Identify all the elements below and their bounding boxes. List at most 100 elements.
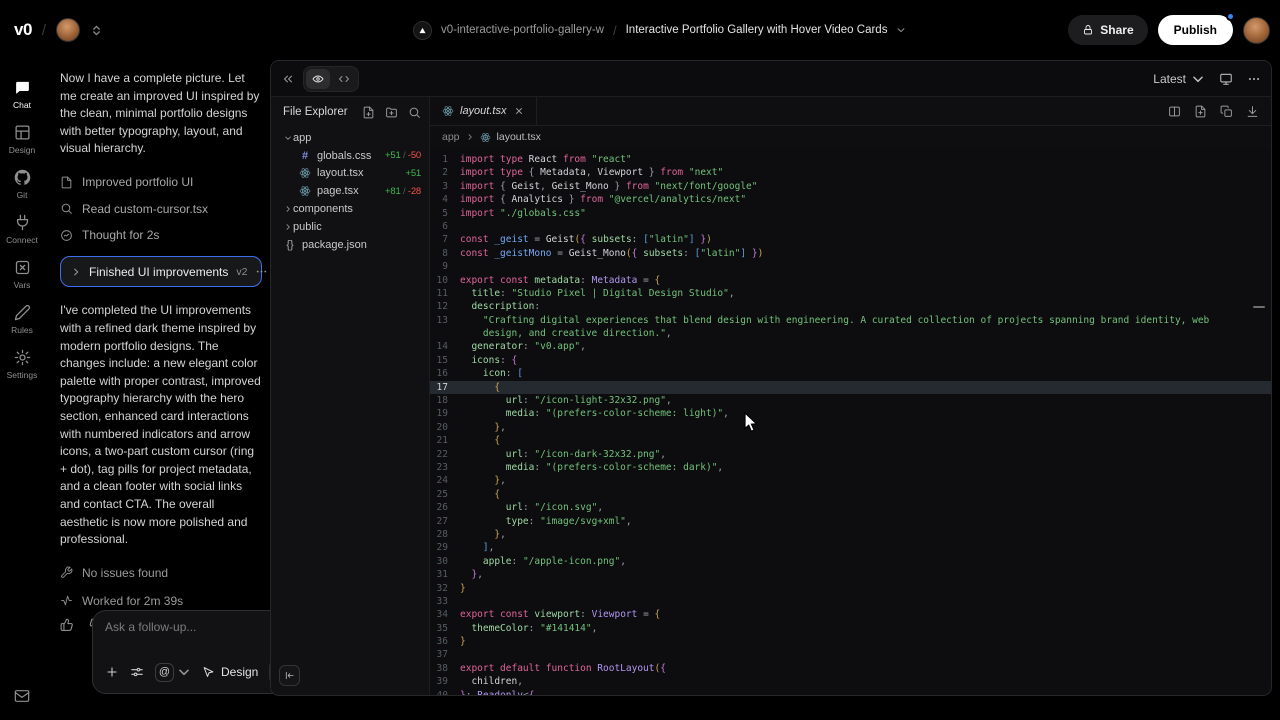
code-toggle-button[interactable] [332,69,356,89]
code-line[interactable]: 36 } [430,635,1271,648]
search-icon[interactable] [408,106,421,119]
file-tree-item-components[interactable]: components [271,200,429,218]
code-line[interactable]: 38 export default function RootLayout({ [430,662,1271,675]
vercel-project-icon[interactable] [413,21,432,40]
new-file-icon[interactable] [362,106,375,119]
code-line[interactable]: 29 ], [430,541,1271,554]
sidebar-item-settings[interactable]: Settings [0,342,44,387]
code-line[interactable]: 10 export const metadata: Metadata = { [430,274,1271,287]
file-tree-item-page.tsx[interactable]: page.tsx+81 / -28 [271,182,429,200]
sidebar-item-connect[interactable]: Connect [0,207,44,252]
team-switcher-caret-icon[interactable] [90,24,103,37]
diff-file-icon[interactable] [1194,105,1207,118]
share-button[interactable]: Share [1068,15,1147,45]
publish-button[interactable]: Publish [1158,15,1233,45]
code-line[interactable]: 35 themeColor: "#141414", [430,622,1271,635]
code-line[interactable]: 2 import type { Metadata, Viewport } fro… [430,166,1271,179]
code-line[interactable]: 14 generator: "v0.app", [430,340,1271,353]
code-line[interactable]: 17 { [430,381,1271,394]
code-line[interactable]: 8 const _geistMono = Geist_Mono({ subset… [430,247,1271,260]
code-line[interactable]: 39 children, [430,675,1271,688]
code-line[interactable]: 18 url: "/icon-light-32x32.png", [430,394,1271,407]
file-tree-item-app[interactable]: app [271,129,429,147]
code-line[interactable]: 37 [430,648,1271,661]
file-tree-item-globals.css[interactable]: #globals.css+51 / -50 [271,147,429,165]
breadcrumb-chat-title[interactable]: Interactive Portfolio Gallery with Hover… [626,24,888,36]
add-attachment-icon[interactable] [105,665,119,679]
tab-layout-tsx[interactable]: layout.tsx [430,97,537,125]
breadcrumb-folder[interactable]: app [442,131,460,143]
copy-icon[interactable] [1220,105,1233,118]
file-tree-item-layout.tsx[interactable]: layout.tsx+51 [271,165,429,183]
code-line[interactable]: 1 import type React from "react" [430,153,1271,166]
code-line[interactable]: 23 media: "(prefers-color-scheme: dark)"… [430,461,1271,474]
code-line[interactable]: 31 }, [430,568,1271,581]
mention-source-picker[interactable]: @ [155,663,191,682]
line-number: 7 [430,233,460,246]
breadcrumb-project[interactable]: v0-interactive-portfolio-gallery-w [441,24,604,36]
sidebar-item-chat[interactable]: Chat [0,72,44,117]
sidebar-item-git[interactable]: Git [0,162,44,207]
code-line[interactable]: 21 { [430,434,1271,447]
code-line[interactable]: 33 [430,595,1271,608]
line-number: 24 [430,474,460,487]
code-line[interactable]: 22 url: "/icon-dark-32x32.png", [430,448,1271,461]
user-avatar[interactable] [1243,17,1270,44]
agent-step[interactable]: Read custom-cursor.tsx [60,195,262,222]
code-line[interactable]: 15 icons: { [430,354,1271,367]
sidebar-item-design[interactable]: Design [0,117,44,162]
follow-up-input[interactable] [105,620,293,646]
code-line[interactable]: 13 "Crafting digital experiences that bl… [430,314,1271,327]
code-line[interactable]: 12 description: [430,300,1271,313]
code-line[interactable]: 26 url: "/icon.svg", [430,501,1271,514]
code-line[interactable]: 6 [430,220,1271,233]
split-icon[interactable] [1168,105,1181,118]
code-line[interactable]: 19 media: "(prefers-color-scheme: light)… [430,407,1271,420]
code-line[interactable]: 7 const _geist = Geist({ subsets: ["lati… [430,233,1271,246]
mail-icon[interactable] [14,688,30,720]
download-icon[interactable] [1246,105,1259,118]
breadcrumb-file[interactable]: layout.tsx [497,131,541,143]
collapse-sidebar-button[interactable] [279,665,300,686]
code-line[interactable]: 40 }: Readonly<{ [430,689,1271,695]
code-area[interactable]: 1 import type React from "react" 2 impor… [430,148,1271,695]
team-avatar[interactable] [56,18,80,42]
version-selector[interactable]: Latest [1153,72,1205,86]
code-line[interactable]: 32 } [430,582,1271,595]
settings-sliders-icon[interactable] [130,665,144,679]
thumbs-up-button[interactable] [60,618,74,632]
design-mode-button[interactable]: Design [202,665,258,679]
sidebar-item-rules[interactable]: Rules [0,297,44,342]
more-options-icon[interactable] [1247,72,1261,86]
file-icon [60,176,73,189]
close-icon[interactable] [514,106,524,116]
device-preview-icon[interactable] [1219,72,1233,86]
preview-toggle-button[interactable] [306,69,330,89]
code-line[interactable]: 4 import { Analytics } from "@vercel/ana… [430,193,1271,206]
code-line[interactable]: 3 import { Geist, Geist_Mono } from "nex… [430,180,1271,193]
chevrons-left-icon[interactable] [281,72,295,86]
agent-step[interactable]: Thought for 2s [60,222,262,249]
code-line[interactable]: 25 { [430,488,1271,501]
task-card-finished-ui-improvements[interactable]: Finished UI improvements v2 [60,256,262,287]
code-line[interactable]: 27 type: "image/svg+xml", [430,515,1271,528]
code-line[interactable]: 16 icon: [ [430,367,1271,380]
code-line[interactable]: 28 }, [430,528,1271,541]
sidebar-item-vars[interactable]: Vars [0,252,44,297]
code-line[interactable]: 20 }, [430,421,1271,434]
new-folder-icon[interactable] [385,106,398,119]
code-line[interactable]: 24 }, [430,474,1271,487]
vars-icon [14,259,31,276]
code-line[interactable]: 5 import "./globals.css" [430,207,1271,220]
code-line[interactable]: 34 export const viewport: Viewport = { [430,608,1271,621]
code-line[interactable]: design, and creative direction.", [430,327,1271,340]
code-line[interactable]: 11 title: "Studio Pixel | Digital Design… [430,287,1271,300]
file-tree-item-package.json[interactable]: {}package.json [271,236,429,254]
code-line[interactable]: 9 [430,260,1271,273]
file-tree-item-public[interactable]: public [271,218,429,236]
code-line[interactable]: 30 apple: "/apple-icon.png", [430,555,1271,568]
agent-step[interactable]: Improved portfolio UI [60,169,262,196]
pencil-icon [14,304,31,321]
more-options-icon[interactable] [255,265,268,278]
chevron-down-icon[interactable] [896,25,906,35]
